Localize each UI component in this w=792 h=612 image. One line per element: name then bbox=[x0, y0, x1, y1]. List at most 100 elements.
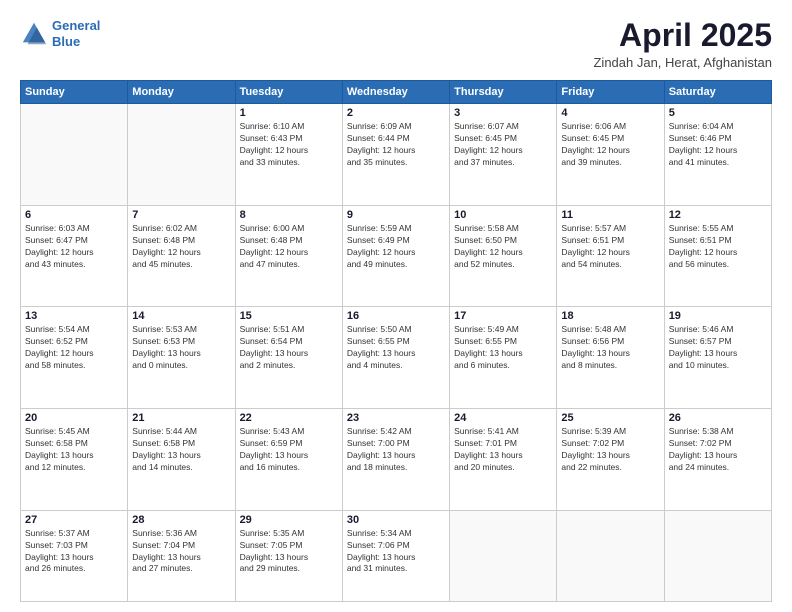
logo-line2: Blue bbox=[52, 34, 80, 49]
day-info: Sunrise: 6:02 AM Sunset: 6:48 PM Dayligh… bbox=[132, 223, 230, 271]
table-row: 25 Sunrise: 5:39 AM Sunset: 7:02 PM Dayli… bbox=[557, 409, 664, 511]
table-row: 20Sunrise: 5:45 AM Sunset: 6:58 PM Dayli… bbox=[21, 409, 128, 511]
day-number: 4 bbox=[561, 107, 659, 119]
day-number: 3 bbox=[454, 107, 552, 119]
table-row bbox=[664, 510, 771, 601]
day-number: 19 bbox=[669, 310, 767, 322]
day-info: Sunrise: 5:54 AM Sunset: 6:52 PM Dayligh… bbox=[25, 324, 123, 372]
day-number: 9 bbox=[347, 209, 445, 221]
table-row: 1 Sunrise: 6:10 AM Sunset: 6:43 PM Daylig… bbox=[235, 104, 342, 206]
day-number: 25 bbox=[561, 412, 659, 424]
day-info: Sunrise: 5:53 AM Sunset: 6:53 PM Dayligh… bbox=[132, 324, 230, 372]
table-row: 24 Sunrise: 5:41 AM Sunset: 7:01 PM Dayli… bbox=[450, 409, 557, 511]
header-wednesday: Wednesday bbox=[342, 81, 449, 104]
day-number: 27 bbox=[25, 514, 123, 526]
day-info: Sunrise: 5:55 AM Sunset: 6:51 PM Dayligh… bbox=[669, 223, 767, 271]
day-info: Sunrise: 5:49 AM Sunset: 6:55 PM Dayligh… bbox=[454, 324, 552, 372]
day-number: 7 bbox=[132, 209, 230, 221]
day-info: Sunrise: 5:43 AM Sunset: 6:59 PM Dayligh… bbox=[240, 426, 338, 474]
day-info: Sunrise: 6:00 AM Sunset: 6:48 PM Dayligh… bbox=[240, 223, 338, 271]
table-row: 29Sunrise: 5:35 AM Sunset: 7:05 PM Dayli… bbox=[235, 510, 342, 601]
table-row: 28 Sunrise: 5:36 AM Sunset: 7:04 PM Dayli… bbox=[128, 510, 235, 601]
table-row bbox=[557, 510, 664, 601]
table-row: 17 Sunrise: 5:49 AM Sunset: 6:55 PM Dayli… bbox=[450, 307, 557, 409]
day-info: Sunrise: 5:51 AM Sunset: 6:54 PM Dayligh… bbox=[240, 324, 338, 372]
day-info: Sunrise: 5:45 AM Sunset: 6:58 PM Dayligh… bbox=[25, 426, 123, 474]
logo-text: General Blue bbox=[52, 18, 100, 49]
day-number: 22 bbox=[240, 412, 338, 424]
header-saturday: Saturday bbox=[664, 81, 771, 104]
table-row bbox=[450, 510, 557, 601]
logo-line1: General bbox=[52, 18, 100, 33]
table-row: 5 Sunrise: 6:04 AM Sunset: 6:46 PM Daylig… bbox=[664, 104, 771, 206]
header-thursday: Thursday bbox=[450, 81, 557, 104]
calendar-table: Sunday Monday Tuesday Wednesday Thursday… bbox=[20, 80, 772, 602]
day-info: Sunrise: 6:10 AM Sunset: 6:43 PM Dayligh… bbox=[240, 121, 338, 169]
day-info: Sunrise: 6:04 AM Sunset: 6:46 PM Dayligh… bbox=[669, 121, 767, 169]
day-number: 28 bbox=[132, 514, 230, 526]
day-info: Sunrise: 5:37 AM Sunset: 7:03 PM Dayligh… bbox=[25, 528, 123, 576]
day-info: Sunrise: 5:50 AM Sunset: 6:55 PM Dayligh… bbox=[347, 324, 445, 372]
day-info: Sunrise: 5:36 AM Sunset: 7:04 PM Dayligh… bbox=[132, 528, 230, 576]
table-row: 3 Sunrise: 6:07 AM Sunset: 6:45 PM Daylig… bbox=[450, 104, 557, 206]
day-number: 13 bbox=[25, 310, 123, 322]
table-row: 7 Sunrise: 6:02 AM Sunset: 6:48 PM Daylig… bbox=[128, 205, 235, 307]
title-block: April 2025 Zindah Jan, Herat, Afghanista… bbox=[593, 18, 772, 70]
table-row: 13 Sunrise: 5:54 AM Sunset: 6:52 PM Dayli… bbox=[21, 307, 128, 409]
header-friday: Friday bbox=[557, 81, 664, 104]
header: General Blue April 2025 Zindah Jan, Hera… bbox=[20, 18, 772, 70]
day-info: Sunrise: 5:46 AM Sunset: 6:57 PM Dayligh… bbox=[669, 324, 767, 372]
day-info: Sunrise: 6:07 AM Sunset: 6:45 PM Dayligh… bbox=[454, 121, 552, 169]
table-row: 22 Sunrise: 5:43 AM Sunset: 6:59 PM Dayli… bbox=[235, 409, 342, 511]
day-number: 2 bbox=[347, 107, 445, 119]
table-row: 18Sunrise: 5:48 AM Sunset: 6:56 PM Dayli… bbox=[557, 307, 664, 409]
table-row: 2 Sunrise: 6:09 AM Sunset: 6:44 PM Daylig… bbox=[342, 104, 449, 206]
day-number: 1 bbox=[240, 107, 338, 119]
day-info: Sunrise: 5:38 AM Sunset: 7:02 PM Dayligh… bbox=[669, 426, 767, 474]
day-number: 15 bbox=[240, 310, 338, 322]
table-row: 23Sunrise: 5:42 AM Sunset: 7:00 PM Dayli… bbox=[342, 409, 449, 511]
day-number: 10 bbox=[454, 209, 552, 221]
day-number: 24 bbox=[454, 412, 552, 424]
day-number: 6 bbox=[25, 209, 123, 221]
day-info: Sunrise: 5:48 AM Sunset: 6:56 PM Dayligh… bbox=[561, 324, 659, 372]
table-row: 10 Sunrise: 5:58 AM Sunset: 6:50 PM Dayli… bbox=[450, 205, 557, 307]
day-number: 8 bbox=[240, 209, 338, 221]
day-number: 5 bbox=[669, 107, 767, 119]
table-row: 11 Sunrise: 5:57 AM Sunset: 6:51 PM Dayli… bbox=[557, 205, 664, 307]
day-info: Sunrise: 5:34 AM Sunset: 7:06 PM Dayligh… bbox=[347, 528, 445, 576]
main-title: April 2025 bbox=[593, 18, 772, 53]
table-row: 15 Sunrise: 5:51 AM Sunset: 6:54 PM Dayli… bbox=[235, 307, 342, 409]
page: General Blue April 2025 Zindah Jan, Hera… bbox=[0, 0, 792, 612]
day-number: 26 bbox=[669, 412, 767, 424]
day-info: Sunrise: 5:58 AM Sunset: 6:50 PM Dayligh… bbox=[454, 223, 552, 271]
header-sunday: Sunday bbox=[21, 81, 128, 104]
day-number: 30 bbox=[347, 514, 445, 526]
table-row bbox=[128, 104, 235, 206]
table-row: 9 Sunrise: 5:59 AM Sunset: 6:49 PM Daylig… bbox=[342, 205, 449, 307]
table-row: 30 Sunrise: 5:34 AM Sunset: 7:06 PM Dayli… bbox=[342, 510, 449, 601]
day-info: Sunrise: 5:39 AM Sunset: 7:02 PM Dayligh… bbox=[561, 426, 659, 474]
day-info: Sunrise: 6:03 AM Sunset: 6:47 PM Dayligh… bbox=[25, 223, 123, 271]
table-row: 21 Sunrise: 5:44 AM Sunset: 6:58 PM Dayli… bbox=[128, 409, 235, 511]
day-number: 17 bbox=[454, 310, 552, 322]
table-row bbox=[21, 104, 128, 206]
header-monday: Monday bbox=[128, 81, 235, 104]
day-number: 21 bbox=[132, 412, 230, 424]
table-row: 8 Sunrise: 6:00 AM Sunset: 6:48 PM Daylig… bbox=[235, 205, 342, 307]
day-info: Sunrise: 5:59 AM Sunset: 6:49 PM Dayligh… bbox=[347, 223, 445, 271]
day-info: Sunrise: 5:57 AM Sunset: 6:51 PM Dayligh… bbox=[561, 223, 659, 271]
calendar-header-row: Sunday Monday Tuesday Wednesday Thursday… bbox=[21, 81, 772, 104]
header-tuesday: Tuesday bbox=[235, 81, 342, 104]
table-row: 19 Sunrise: 5:46 AM Sunset: 6:57 PM Dayli… bbox=[664, 307, 771, 409]
day-number: 11 bbox=[561, 209, 659, 221]
table-row: 26 Sunrise: 5:38 AM Sunset: 7:02 PM Dayli… bbox=[664, 409, 771, 511]
day-info: Sunrise: 5:41 AM Sunset: 7:01 PM Dayligh… bbox=[454, 426, 552, 474]
day-info: Sunrise: 5:42 AM Sunset: 7:00 PM Dayligh… bbox=[347, 426, 445, 474]
table-row: 27 Sunrise: 5:37 AM Sunset: 7:03 PM Dayli… bbox=[21, 510, 128, 601]
table-row: 6 Sunrise: 6:03 AM Sunset: 6:47 PM Daylig… bbox=[21, 205, 128, 307]
day-number: 29 bbox=[240, 514, 338, 526]
day-info: Sunrise: 6:09 AM Sunset: 6:44 PM Dayligh… bbox=[347, 121, 445, 169]
day-info: Sunrise: 5:44 AM Sunset: 6:58 PM Dayligh… bbox=[132, 426, 230, 474]
table-row: 14Sunrise: 5:53 AM Sunset: 6:53 PM Dayli… bbox=[128, 307, 235, 409]
